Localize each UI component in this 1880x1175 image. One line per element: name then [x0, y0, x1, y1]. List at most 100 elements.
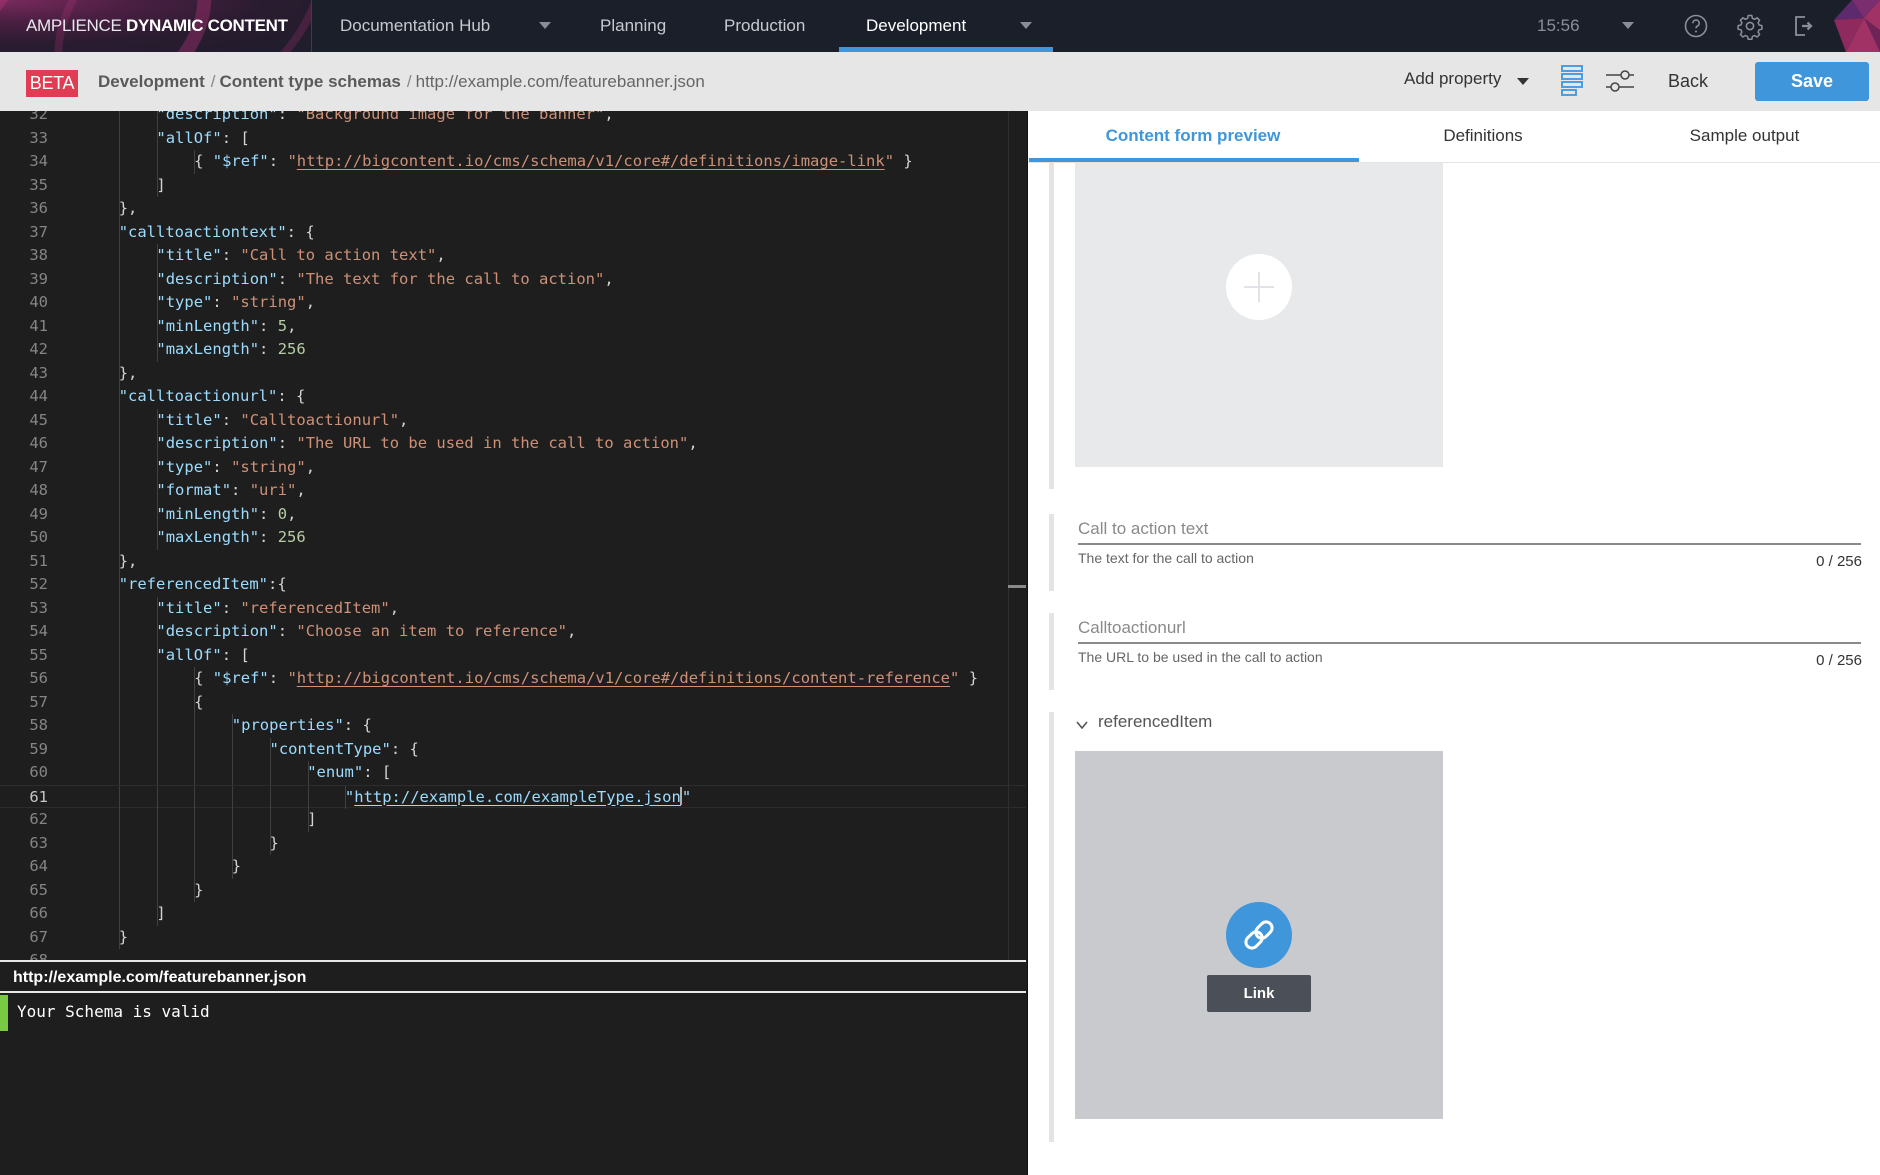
json-key: "maxLength"	[156, 528, 260, 546]
add-property-dropdown[interactable]: Add property	[1404, 69, 1501, 89]
code-line[interactable]: 44 "calltoactionurl": {	[0, 385, 1026, 409]
code-line[interactable]: 67}	[0, 925, 1026, 949]
nav-development[interactable]: Development	[866, 0, 966, 52]
json-key: "referencedItem"	[118, 575, 268, 593]
code-line[interactable]: 40 "type": "string",	[0, 291, 1026, 315]
nav-documentation-hub[interactable]: Documentation Hub	[340, 0, 490, 52]
code-line[interactable]: 34 { "$ref": "http://bigcontent.io/cms/sc…	[0, 150, 1026, 174]
editor-scrollbar-track[interactable]	[1008, 111, 1009, 960]
code-line[interactable]: 35]	[0, 173, 1026, 197]
code-line[interactable]: 62]	[0, 808, 1026, 832]
calltoactiontext-input[interactable]: Call to action text	[1078, 519, 1208, 539]
indent-guide	[232, 808, 234, 832]
code-line[interactable]: 63}	[0, 831, 1026, 855]
tab-definitions[interactable]: Definitions	[1358, 111, 1608, 163]
code-line[interactable]: 38 "title": "Call to action text",	[0, 244, 1026, 268]
json-url-link[interactable]: http://bigcontent.io/cms/schema/v1/core#…	[297, 669, 950, 687]
line-number: 42	[29, 340, 48, 358]
json-punctuation: :	[259, 316, 278, 335]
indent-guide	[156, 761, 158, 785]
code-line[interactable]: 42 "maxLength": 256	[0, 338, 1026, 362]
logout-icon[interactable]	[1789, 12, 1817, 40]
calltoactionurl-underline	[1078, 642, 1861, 644]
code-line[interactable]: 57 {	[0, 690, 1026, 714]
link-item-button[interactable]	[1226, 902, 1292, 968]
code-line[interactable]: 54 "description": "Choose an item to refe…	[0, 620, 1026, 644]
code-line[interactable]: 68	[0, 949, 1026, 960]
json-key: "format"	[156, 481, 232, 499]
back-button[interactable]: Back	[1668, 66, 1724, 96]
editor-scrollbar-marker[interactable]	[1008, 585, 1026, 588]
code-line[interactable]: 43},	[0, 361, 1026, 385]
development-dropdown-icon[interactable]	[1020, 22, 1032, 29]
code-line[interactable]: 32 "description": "Background image for t…	[0, 111, 1026, 127]
chevron-down-icon[interactable]	[1075, 718, 1089, 732]
code-line[interactable]: 51},	[0, 549, 1026, 573]
json-url-link[interactable]: http://bigcontent.io/cms/schema/v1/core#…	[297, 152, 885, 170]
breadcrumb-development[interactable]: Development	[98, 72, 205, 91]
breadcrumb-content-type-schemas[interactable]: Content type schemas	[219, 72, 400, 91]
json-key: "description"	[156, 622, 278, 640]
code-line[interactable]: 59 "contentType": {	[0, 737, 1026, 762]
json-punctuation: {	[194, 152, 213, 170]
json-string: "The URL to be used in the call to actio…	[296, 434, 689, 452]
code-line[interactable]: 64}	[0, 855, 1026, 879]
json-punctuation: }	[118, 927, 129, 946]
code-line[interactable]: 33 "allOf": [	[0, 126, 1026, 150]
documentation-hub-dropdown-icon[interactable]	[539, 22, 551, 29]
settings-sliders-icon[interactable]	[1605, 68, 1635, 94]
indent-guide	[119, 690, 120, 714]
settings-icon[interactable]	[1736, 12, 1764, 40]
save-button[interactable]: Save	[1755, 62, 1869, 101]
nav-production[interactable]: Production	[724, 0, 805, 52]
line-number: 44	[29, 387, 48, 405]
json-number: 0	[277, 504, 288, 523]
code-line[interactable]: 65}	[0, 878, 1026, 902]
tab-content-form-preview[interactable]: Content form preview	[1028, 111, 1358, 163]
indent-guide	[119, 150, 120, 174]
help-icon[interactable]	[1682, 12, 1710, 40]
code-line[interactable]: 53 "title": "referencedItem",	[0, 596, 1026, 621]
code-editor[interactable]: 32 "description": "Background image for t…	[0, 111, 1026, 960]
brand-logo[interactable]: AMPLIENCE DYNAMIC CONTENT	[0, 0, 312, 52]
code-text: "contentType": {	[270, 738, 419, 762]
nav-planning[interactable]: Planning	[600, 0, 666, 52]
link-button[interactable]: Link	[1207, 975, 1311, 1012]
code-line[interactable]: 61 "http://example.com/exampleType.json"	[0, 784, 1026, 809]
code-line[interactable]: 58 "properties": {	[0, 714, 1026, 738]
image-picker[interactable]	[1075, 163, 1443, 467]
form-view-icon[interactable]	[1560, 64, 1584, 98]
json-url-link[interactable]: http://example.com/exampleType.json	[354, 788, 681, 806]
add-property-caret-icon[interactable]	[1517, 78, 1529, 85]
code-line[interactable]: 36},	[0, 197, 1026, 221]
code-line[interactable]: 66]	[0, 902, 1026, 926]
calltoactionurl-input[interactable]: Calltoactionurl	[1078, 618, 1186, 638]
code-line[interactable]: 49 "minLength": 0,	[0, 502, 1026, 526]
code-line[interactable]: 45 "title": "Calltoactionurl",	[0, 408, 1026, 432]
code-line[interactable]: 60 "enum": [	[0, 761, 1026, 785]
add-image-button[interactable]	[1226, 254, 1292, 320]
referenced-item-title[interactable]: referencedItem	[1098, 712, 1212, 732]
code-line[interactable]: 41 "minLength": 5,	[0, 314, 1026, 338]
code-line[interactable]: 47 "type": "string",	[0, 455, 1026, 479]
indent-guide	[194, 808, 196, 832]
indent-guide	[119, 408, 120, 432]
code-line[interactable]: 48 "format": "uri",	[0, 479, 1026, 503]
code-line[interactable]: 46 "description": "The URL to be used in …	[0, 432, 1026, 456]
json-punctuation: :	[259, 340, 278, 358]
code-line[interactable]: 52 "referencedItem":{	[0, 573, 1026, 597]
json-string: "	[950, 669, 960, 687]
code-line[interactable]: 55 "allOf": [	[0, 643, 1026, 667]
json-string: "Call to action text"	[240, 246, 437, 264]
line-number: 61	[29, 787, 48, 806]
line-number: 67	[29, 927, 48, 946]
code-line[interactable]: 39 "description": "The text for the call …	[0, 267, 1026, 291]
indent-guide	[119, 291, 120, 315]
tab-sample-output[interactable]: Sample output	[1608, 111, 1880, 163]
code-line[interactable]: 50 "maxLength": 256	[0, 526, 1026, 550]
code-line[interactable]: 37 "calltoactiontext": {	[0, 220, 1026, 244]
clock-dropdown-icon[interactable]	[1622, 22, 1634, 29]
code-line[interactable]: 56 { "$ref": "http://bigcontent.io/cms/sc…	[0, 667, 1026, 691]
code-text: "title": "referencedItem",	[156, 597, 399, 621]
line-number: 32	[29, 111, 48, 123]
